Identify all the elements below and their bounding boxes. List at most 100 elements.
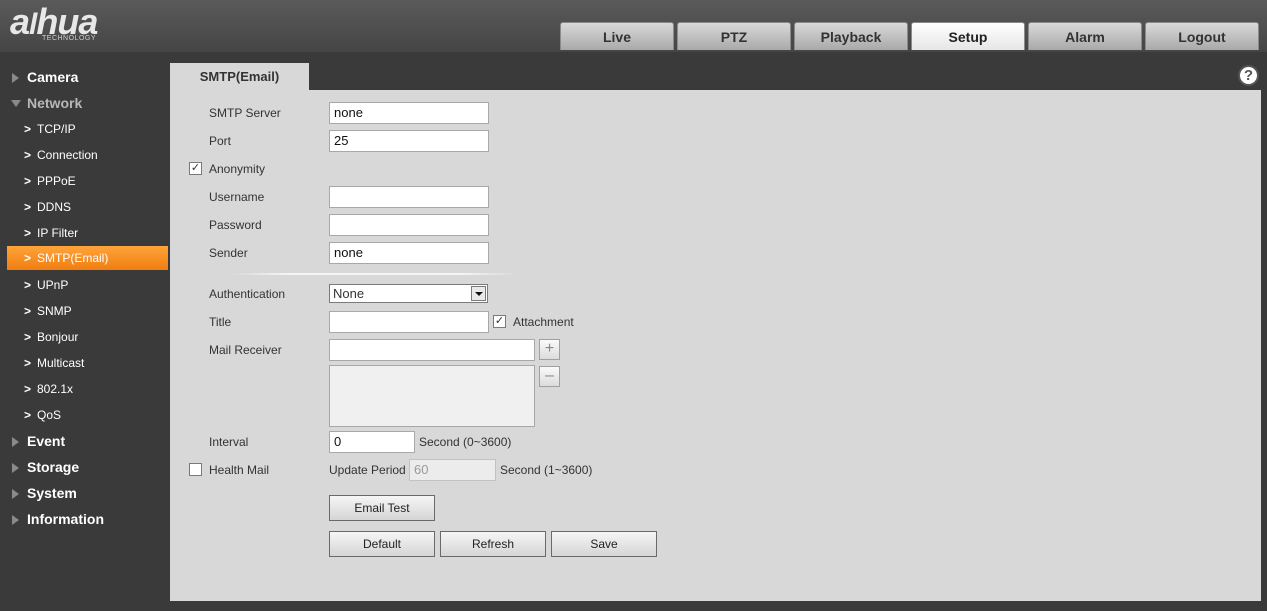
sender-label: Sender bbox=[209, 246, 248, 260]
title-label: Title bbox=[209, 315, 232, 329]
sidebar-item-network[interactable]: Network bbox=[7, 91, 168, 115]
password-input[interactable] bbox=[329, 214, 489, 236]
sidebar-item-pppoe[interactable]: > PPPoE bbox=[7, 169, 168, 193]
sidebar-item-event[interactable]: Event bbox=[7, 429, 168, 453]
anonymity-label: Anonymity bbox=[209, 162, 266, 176]
add-receiver-button[interactable]: + bbox=[539, 339, 560, 360]
attachment-checkbox[interactable]: ✓ bbox=[493, 315, 506, 328]
update-period-input[interactable]: 60 bbox=[409, 459, 496, 481]
username-input[interactable] bbox=[329, 186, 489, 208]
sidebar-item-multicast[interactable]: > Multicast bbox=[7, 351, 168, 375]
dropdown-arrow-icon bbox=[471, 286, 486, 301]
mail-receiver-input[interactable] bbox=[329, 339, 535, 361]
expand-arrow-icon bbox=[12, 73, 19, 83]
mail-receiver-label: Mail Receiver bbox=[209, 343, 282, 357]
sidebar-item-label: DDNS bbox=[37, 200, 72, 214]
interval-label: Interval bbox=[209, 435, 249, 449]
sidebar-item-bonjour[interactable]: > Bonjour bbox=[7, 325, 168, 349]
interval-input[interactable]: 0 bbox=[329, 431, 415, 453]
sidebar-item-label: Storage bbox=[27, 459, 80, 475]
sidebar-item-camera[interactable]: Camera bbox=[7, 65, 168, 89]
sidebar-item-label: System bbox=[27, 485, 77, 501]
expand-arrow-icon bbox=[12, 437, 19, 447]
sidebar-item-label: Camera bbox=[27, 69, 79, 85]
username-label: Username bbox=[209, 190, 265, 204]
chevron-right-icon: > bbox=[24, 226, 32, 240]
sidebar-item-8021x[interactable]: > 802.1x bbox=[7, 377, 168, 401]
port-input[interactable]: 25 bbox=[329, 130, 489, 152]
sidebar-item-label: Connection bbox=[37, 148, 98, 162]
section-divider bbox=[232, 273, 518, 275]
chevron-right-icon: > bbox=[24, 200, 32, 214]
question-circle-icon[interactable]: ? bbox=[1238, 65, 1259, 86]
save-button[interactable]: Save bbox=[551, 531, 657, 557]
sidebar-item-tcpip[interactable]: > TCP/IP bbox=[7, 117, 168, 141]
update-period-unit: Second (1~3600) bbox=[500, 463, 593, 477]
authentication-select[interactable]: None bbox=[329, 284, 488, 303]
nav-tab-logout[interactable]: Logout bbox=[1145, 22, 1259, 50]
sidebar-item-label: 802.1x bbox=[37, 382, 74, 396]
chevron-right-icon: > bbox=[24, 356, 32, 370]
refresh-button[interactable]: Refresh bbox=[440, 531, 546, 557]
tab-smtp-email[interactable]: SMTP(Email) bbox=[170, 63, 309, 91]
chevron-right-icon: > bbox=[24, 304, 32, 318]
default-button[interactable]: Default bbox=[329, 531, 435, 557]
sidebar-item-system[interactable]: System bbox=[7, 481, 168, 505]
sidebar-item-smtp-email[interactable]: > SMTP(Email) bbox=[7, 246, 168, 270]
sidebar-item-storage[interactable]: Storage bbox=[7, 455, 168, 479]
sidebar-item-label: SMTP(Email) bbox=[37, 251, 109, 265]
sidebar-item-label: TCP/IP bbox=[37, 122, 76, 136]
title-input[interactable] bbox=[329, 311, 489, 333]
nav-tab-ptz[interactable]: PTZ bbox=[677, 22, 791, 50]
sidebar-item-label: Bonjour bbox=[37, 330, 79, 344]
port-label: Port bbox=[209, 134, 232, 148]
chevron-right-icon: > bbox=[24, 278, 32, 292]
expand-arrow-icon bbox=[12, 489, 19, 499]
sidebar-item-upnp[interactable]: > UPnP bbox=[7, 273, 168, 297]
chevron-right-icon: > bbox=[24, 382, 32, 396]
sidebar-item-ddns[interactable]: > DDNS bbox=[7, 195, 168, 219]
sidebar-item-ip-filter[interactable]: > IP Filter bbox=[7, 221, 168, 245]
remove-receiver-button[interactable]: – bbox=[539, 366, 560, 387]
chevron-right-icon: > bbox=[24, 148, 32, 162]
sidebar-item-label: Multicast bbox=[37, 356, 85, 370]
smtp-server-input[interactable]: none bbox=[329, 102, 489, 124]
nav-tab-playback[interactable]: Playback bbox=[794, 22, 908, 50]
attachment-label: Attachment bbox=[513, 315, 574, 329]
sidebar-item-qos[interactable]: > QoS bbox=[7, 403, 168, 427]
sidebar-item-connection[interactable]: > Connection bbox=[7, 143, 168, 167]
chevron-right-icon: > bbox=[24, 330, 32, 344]
sidebar-item-label: UPnP bbox=[37, 278, 69, 292]
interval-unit: Second (0~3600) bbox=[419, 435, 512, 449]
header-bar: alhua TECHNOLOGY Live PTZ Playback Setup… bbox=[0, 0, 1267, 52]
sidebar-item-snmp[interactable]: > SNMP bbox=[7, 299, 168, 323]
health-mail-label: Health Mail bbox=[209, 463, 270, 477]
sidebar-item-label: PPPoE bbox=[37, 174, 76, 188]
authentication-value: None bbox=[333, 286, 365, 301]
health-mail-checkbox[interactable] bbox=[189, 463, 202, 476]
collapse-arrow-icon bbox=[11, 100, 21, 107]
smtp-server-label: SMTP Server bbox=[209, 106, 281, 120]
nav-tab-live[interactable]: Live bbox=[560, 22, 674, 50]
chevron-right-icon: > bbox=[24, 251, 32, 265]
expand-arrow-icon bbox=[12, 463, 19, 473]
sidebar-item-label: IP Filter bbox=[37, 226, 79, 240]
sidebar-item-label: Event bbox=[27, 433, 66, 449]
update-period-label: Update Period bbox=[329, 463, 406, 477]
mail-receiver-list[interactable] bbox=[329, 365, 535, 427]
nav-tab-alarm[interactable]: Alarm bbox=[1028, 22, 1142, 50]
sender-input[interactable]: none bbox=[329, 242, 489, 264]
brand-logo-sub: TECHNOLOGY bbox=[42, 35, 97, 42]
sidebar-item-label: QoS bbox=[37, 408, 62, 422]
nav-tab-setup[interactable]: Setup bbox=[911, 22, 1025, 50]
expand-arrow-icon bbox=[12, 515, 19, 525]
password-label: Password bbox=[209, 218, 262, 232]
sidebar-item-label: Information bbox=[27, 511, 104, 527]
email-test-button[interactable]: Email Test bbox=[329, 495, 435, 521]
chevron-right-icon: > bbox=[24, 122, 32, 136]
sidebar-item-label: Network bbox=[27, 95, 83, 111]
authentication-label: Authentication bbox=[209, 287, 286, 301]
sidebar-item-label: SNMP bbox=[37, 304, 72, 318]
anonymity-checkbox[interactable]: ✓ bbox=[189, 162, 202, 175]
sidebar-item-information[interactable]: Information bbox=[7, 507, 168, 531]
